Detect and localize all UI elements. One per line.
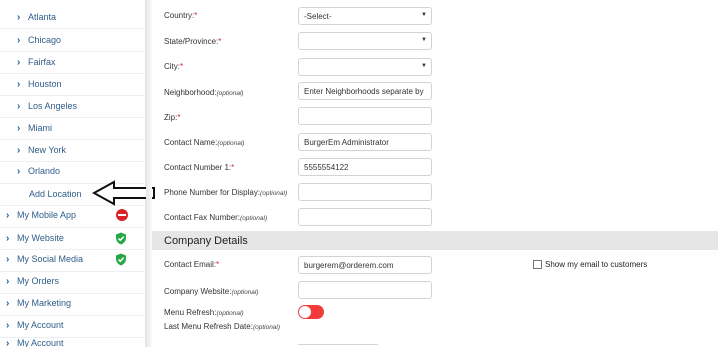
chevron-right-icon: › bbox=[6, 253, 10, 265]
chevron-right-icon: › bbox=[6, 319, 10, 331]
state-select[interactable]: ▼ bbox=[298, 32, 432, 50]
menu-refresh-label: Menu Refresh:(optional) bbox=[164, 308, 244, 317]
sidebar-item-my-mobile-app[interactable]: › My Mobile App bbox=[6, 204, 76, 226]
next-field-edge bbox=[298, 344, 378, 348]
sidebar-item-my-social-media[interactable]: › My Social Media bbox=[6, 248, 83, 270]
sidebar-item-label: My Orders bbox=[17, 276, 60, 286]
sidebar-item-my-account[interactable]: › My Account bbox=[6, 314, 64, 336]
chevron-right-icon: › bbox=[17, 11, 21, 23]
chevron-right-icon: › bbox=[6, 297, 10, 309]
company-details-header: Company Details bbox=[152, 231, 718, 250]
last-refresh-label: Last Menu Refresh Date:(optional) bbox=[164, 322, 281, 331]
sidebar-item-miami[interactable]: › Miami bbox=[17, 117, 52, 139]
show-email-checkbox[interactable]: Show my email to customers bbox=[533, 260, 647, 269]
sidebar-item-label: My Website bbox=[17, 233, 64, 243]
sidebar-item-new-york[interactable]: › New York bbox=[17, 139, 66, 161]
chevron-right-icon: › bbox=[17, 100, 21, 112]
chevron-right-icon: › bbox=[17, 56, 21, 68]
neighborhood-input[interactable]: Enter Neighborhoods separate by bbox=[298, 82, 432, 100]
fax-label: Contact Fax Number:(optional) bbox=[164, 213, 268, 222]
company-website-input[interactable] bbox=[298, 281, 432, 299]
toggle-knob bbox=[299, 306, 311, 318]
sidebar-item-my-account-2[interactable]: › My Account bbox=[6, 338, 64, 347]
sidebar-item-my-website[interactable]: › My Website bbox=[6, 227, 64, 249]
show-email-label: Show my email to customers bbox=[545, 260, 648, 269]
shield-check-icon bbox=[115, 253, 127, 266]
chevron-right-icon: › bbox=[17, 34, 21, 46]
city-label: City:* bbox=[164, 62, 184, 71]
sidebar-item-label: My Social Media bbox=[17, 254, 84, 264]
contact-name-label: Contact Name:(optional) bbox=[164, 138, 245, 147]
sidebar-item-fairfax[interactable]: › Fairfax bbox=[17, 51, 56, 73]
menu-refresh-toggle[interactable] bbox=[298, 305, 324, 319]
sidebar-item-label: My Mobile App bbox=[17, 210, 77, 220]
sidebar-item-label: Miami bbox=[28, 123, 52, 133]
neighborhood-label: Neighborhood:(optional) bbox=[164, 88, 244, 97]
fax-input[interactable] bbox=[298, 208, 432, 226]
contact-name-input[interactable]: BurgerEm Administrator bbox=[298, 133, 432, 151]
chevron-right-icon: › bbox=[6, 275, 10, 287]
phone-display-input[interactable] bbox=[298, 183, 432, 201]
country-select[interactable]: -Select- ▼ bbox=[298, 7, 432, 25]
sidebar-item-orlando[interactable]: › Orlando bbox=[17, 160, 60, 182]
sidebar-item-houston[interactable]: › Houston bbox=[17, 73, 62, 95]
sidebar-item-label: Houston bbox=[28, 79, 62, 89]
chevron-right-icon: › bbox=[17, 78, 21, 90]
sidebar: › Atlanta › Chicago › Fairfax › Houston › Los… bbox=[0, 0, 146, 347]
company-website-label: Company Website:(optional) bbox=[164, 287, 259, 296]
chevron-right-icon: › bbox=[17, 165, 21, 177]
chevron-right-icon: › bbox=[17, 144, 21, 156]
sidebar-item-label: Fairfax bbox=[28, 57, 56, 67]
sidebar-item-label: Los Angeles bbox=[28, 101, 78, 111]
chevron-right-icon: › bbox=[6, 232, 10, 244]
sidebar-item-label: Atlanta bbox=[28, 12, 57, 22]
zip-input[interactable] bbox=[298, 107, 432, 125]
add-location-link[interactable]: Add Location bbox=[29, 183, 82, 205]
add-location-label: Add Location bbox=[29, 189, 82, 199]
zip-label: Zip:* bbox=[164, 113, 181, 122]
sidebar-item-los-angeles[interactable]: › Los Angeles bbox=[17, 95, 77, 117]
state-label: State/Province:* bbox=[164, 37, 222, 46]
contact-number-label: Contact Number 1:* bbox=[164, 163, 235, 172]
contact-email-input[interactable]: burgerem@orderem.com bbox=[298, 256, 432, 274]
dropdown-caret-icon: ▼ bbox=[421, 63, 427, 69]
sidebar-item-label: My Account bbox=[17, 338, 64, 347]
sidebar-item-label: New York bbox=[28, 145, 67, 155]
sidebar-item-my-orders[interactable]: › My Orders bbox=[6, 270, 59, 292]
sidebar-item-chicago[interactable]: › Chicago bbox=[17, 29, 61, 51]
sidebar-item-label: Chicago bbox=[28, 35, 62, 45]
country-label: Country:* bbox=[164, 11, 198, 20]
chevron-right-icon: › bbox=[17, 122, 21, 134]
checkbox-box[interactable] bbox=[533, 260, 542, 269]
city-select[interactable]: ▼ bbox=[298, 58, 432, 76]
sidebar-item-my-marketing[interactable]: › My Marketing bbox=[6, 292, 71, 314]
contact-email-label: Contact Email:* bbox=[164, 260, 220, 269]
sidebar-item-atlanta[interactable]: › Atlanta bbox=[17, 6, 56, 28]
chevron-right-icon: › bbox=[6, 209, 10, 221]
dropdown-caret-icon: ▼ bbox=[421, 37, 427, 43]
dropdown-caret-icon: ▼ bbox=[421, 12, 427, 18]
sidebar-item-label: Orlando bbox=[28, 166, 61, 176]
panel-shadow bbox=[146, 0, 152, 347]
shield-check-icon bbox=[115, 232, 127, 245]
alert-badge-icon bbox=[116, 209, 128, 221]
contact-number-input[interactable]: 5555554122 bbox=[298, 158, 432, 176]
sidebar-item-label: My Account bbox=[17, 320, 64, 330]
sidebar-item-label: My Marketing bbox=[17, 298, 72, 308]
chevron-right-icon: › bbox=[6, 338, 10, 347]
phone-display-label: Phone Number for Display:(optional) bbox=[164, 188, 288, 197]
